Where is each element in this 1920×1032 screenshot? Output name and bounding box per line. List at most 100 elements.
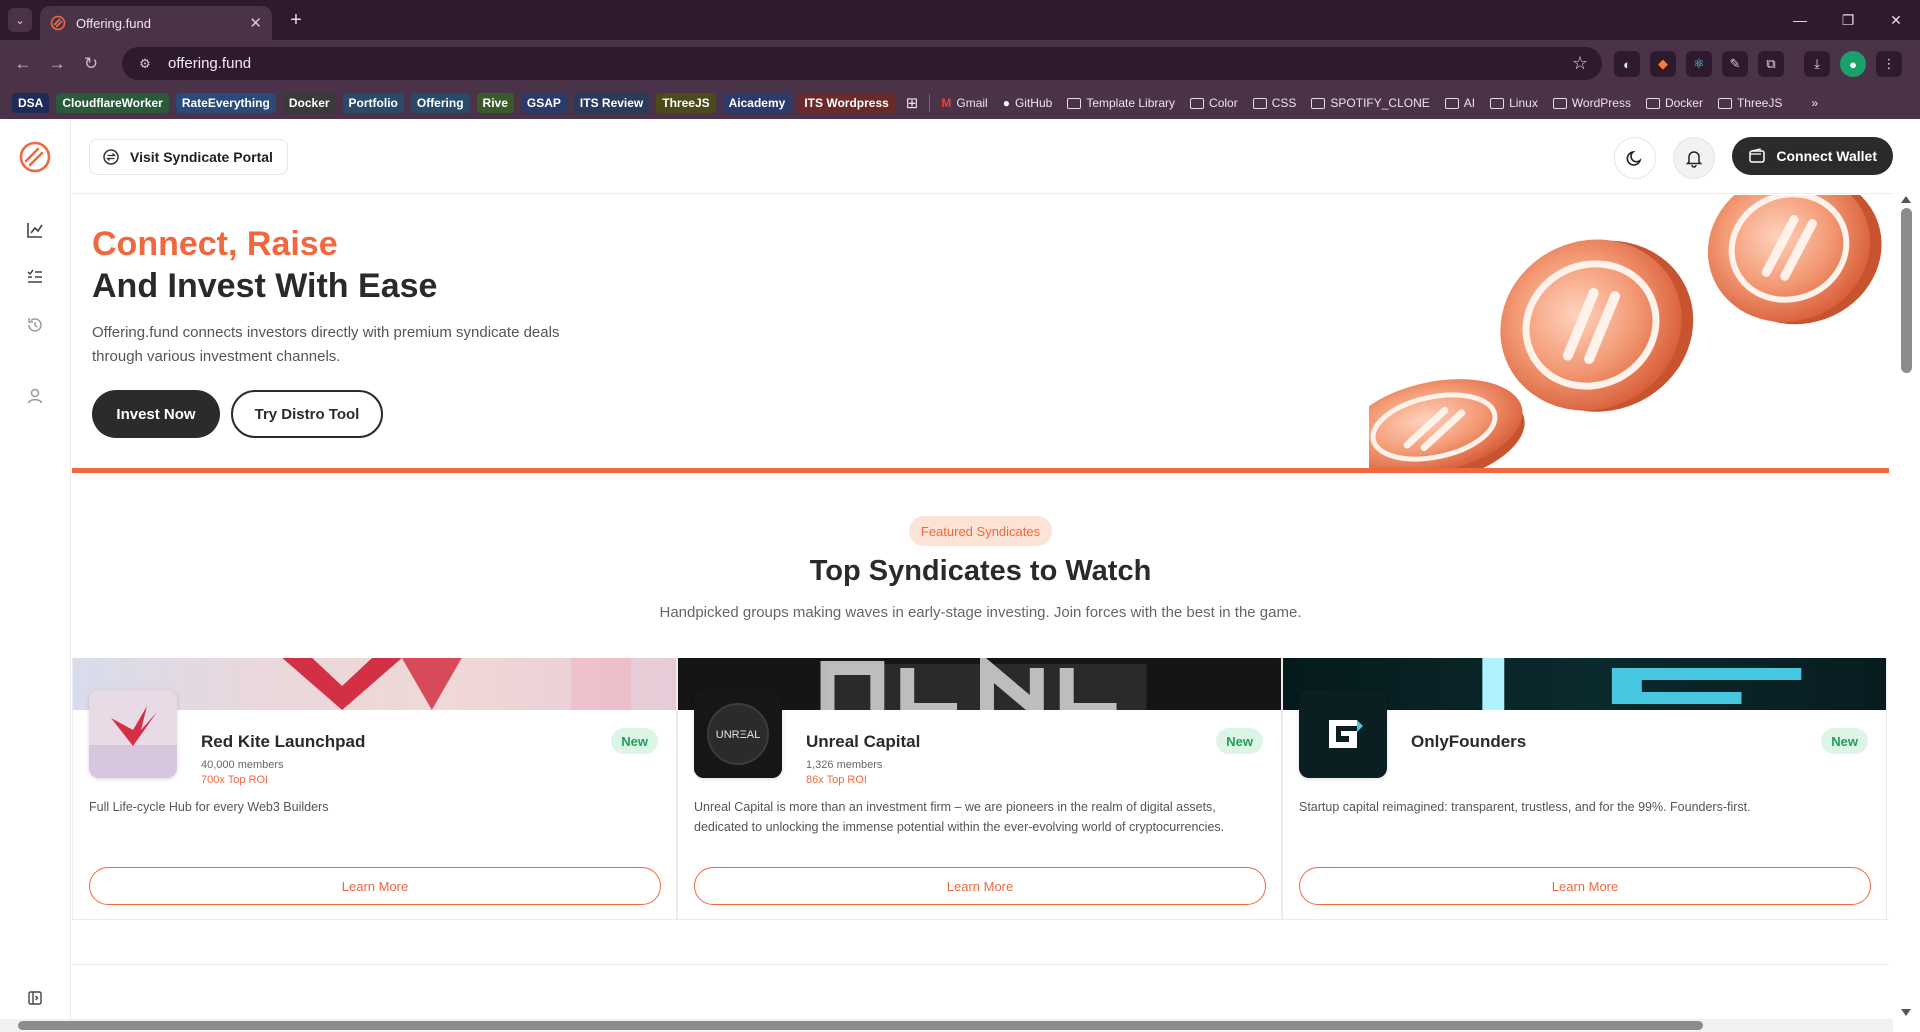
browser-menu-icon[interactable]: ⋮	[1876, 51, 1902, 77]
back-icon[interactable]: ←	[10, 51, 36, 77]
try-distro-tool-button[interactable]: Try Distro Tool	[231, 390, 383, 438]
bookmark-folder[interactable]: Linux	[1486, 96, 1542, 110]
learn-more-button[interactable]: Learn More	[89, 867, 661, 905]
forward-icon[interactable]: →	[44, 51, 70, 77]
scroll-down-icon[interactable]	[1901, 1009, 1911, 1016]
window-controls: — ❐ ✕	[1776, 0, 1920, 40]
address-bar[interactable]: ⚙ offering.fund ☆	[122, 47, 1602, 80]
offering-logo-icon[interactable]	[17, 139, 53, 175]
bookmark-folder[interactable]: WordPress	[1549, 96, 1635, 110]
syndicate-cards: Red Kite Launchpad 40,000 members 700x T…	[72, 658, 1889, 920]
unreal-avatar-text: UNRΞAL	[716, 729, 760, 741]
card-name: OnlyFounders	[1411, 732, 1527, 751]
user-icon[interactable]	[24, 385, 46, 407]
list-check-icon[interactable]	[24, 266, 46, 288]
gmail-icon: M	[941, 96, 952, 110]
site-info-icon[interactable]: ⚙	[136, 55, 154, 73]
bookmarks-separator	[929, 94, 931, 112]
folder-icon	[1444, 97, 1459, 109]
bookmark-folder[interactable]: ThreeJS	[1714, 96, 1786, 110]
visit-portal-label: Visit Syndicate Portal	[130, 149, 273, 165]
bookmark-chip[interactable]: ThreeJS	[656, 93, 716, 113]
onlyfounders-avatar	[1299, 690, 1387, 778]
react-devtools-icon[interactable]: ⚛	[1686, 51, 1712, 77]
new-badge: New	[611, 728, 658, 754]
connect-wallet-button[interactable]: Connect Wallet	[1732, 137, 1893, 175]
apps-grid-icon[interactable]: ⊞	[902, 94, 923, 112]
bookmark-folder[interactable]: Color	[1186, 96, 1242, 110]
hero-section: Connect, Raise And Invest With Ease Offe…	[72, 195, 1889, 469]
bookmark-folder-label: CSS	[1271, 96, 1297, 110]
collapse-sidebar-icon[interactable]	[24, 987, 46, 1009]
bookmarks-overflow-icon[interactable]: »	[1807, 96, 1822, 110]
bookmark-chip[interactable]: RateEverything	[175, 93, 276, 113]
bookmark-folder[interactable]: CSS	[1249, 96, 1301, 110]
bookmark-chip[interactable]: ITS Wordpress	[798, 93, 895, 113]
chart-icon[interactable]	[24, 219, 46, 241]
bookmark-chip[interactable]: Offering	[410, 93, 470, 113]
bookmark-chip[interactable]: Aicademy	[722, 93, 792, 113]
section-subtitle: Handpicked groups making waves in early-…	[659, 604, 1302, 621]
bookmark-chip[interactable]: Portfolio	[342, 93, 404, 113]
bookmark-link[interactable]: ● GitHub	[999, 96, 1057, 110]
syndicate-card-onlyfounders[interactable]: OnlyFounders New Startup capital reimagi…	[1282, 658, 1887, 920]
bookmark-star-icon[interactable]: ☆	[1572, 53, 1588, 74]
bookmark-chip[interactable]: CloudflareWorker	[56, 93, 169, 113]
bookmark-chip[interactable]: Rive	[476, 93, 514, 113]
bookmarks-bar: DSA CloudflareWorker RateEverything Docker P…	[0, 87, 1920, 119]
wallet-icon	[1749, 148, 1766, 163]
bookmark-folder-label: SPOTIFY_CLONE	[1330, 96, 1430, 110]
browser-tab[interactable]: Offering.fund ✕	[40, 6, 272, 40]
scroll-up-icon[interactable]	[1901, 196, 1911, 203]
history-icon[interactable]	[24, 314, 46, 336]
minimize-icon[interactable]: —	[1776, 0, 1824, 40]
syndicate-card-red-kite[interactable]: Red Kite Launchpad 40,000 members 700x T…	[72, 658, 677, 920]
bookmark-folder-label: WordPress	[1571, 96, 1631, 110]
restore-icon[interactable]: ❐	[1824, 0, 1872, 40]
vertical-scroll-thumb[interactable]	[1901, 208, 1912, 373]
bookmark-link[interactable]: Template Library	[1063, 96, 1179, 110]
bookmark-folder[interactable]: Docker	[1642, 96, 1707, 110]
url-text[interactable]: offering.fund	[168, 55, 1572, 72]
learn-more-button[interactable]: Learn More	[1299, 867, 1871, 905]
bookmark-chip[interactable]: ITS Review	[573, 93, 650, 113]
tab-search-icon[interactable]: ⌄	[8, 8, 32, 32]
bookmark-folder[interactable]: SPOTIFY_CLONE	[1307, 96, 1433, 110]
extension-1-icon[interactable]: ◐	[1614, 51, 1640, 77]
hero-headline-accent: Connect, Raise	[92, 225, 338, 263]
tab-close-icon[interactable]: ✕	[249, 14, 262, 32]
extension-2-icon[interactable]: ◆	[1650, 51, 1676, 77]
page: Visit Syndicate Portal Connect Wallet Co…	[0, 121, 1920, 1032]
invest-now-button[interactable]: Invest Now	[92, 390, 220, 438]
visit-portal-button[interactable]: Visit Syndicate Portal	[89, 139, 288, 175]
theme-toggle-button[interactable]	[1614, 137, 1656, 179]
new-tab-icon[interactable]: +	[284, 8, 308, 32]
bookmark-chip[interactable]: DSA	[12, 93, 50, 113]
vertical-scrollbar[interactable]	[1893, 194, 1920, 1020]
learn-more-button[interactable]: Learn More	[694, 867, 1266, 905]
profile-avatar[interactable]: ●	[1840, 51, 1866, 77]
horizontal-scrollbar[interactable]	[0, 1019, 1893, 1032]
downloads-icon[interactable]: ⤓	[1804, 51, 1830, 77]
hero-headline: And Invest With Ease	[92, 267, 438, 305]
notifications-button[interactable]	[1673, 137, 1715, 179]
horizontal-scroll-thumb[interactable]	[18, 1021, 1703, 1030]
close-window-icon[interactable]: ✕	[1872, 0, 1920, 40]
bookmark-label: GitHub	[1014, 96, 1053, 110]
syndicate-card-unreal-capital[interactable]: UNRΞAL Unreal Capital 1,326 members 86x …	[677, 658, 1282, 920]
extension-4-icon[interactable]: ✎	[1722, 51, 1748, 77]
folder-icon	[1311, 97, 1326, 109]
extensions-puzzle-icon[interactable]: ⧉	[1758, 51, 1784, 77]
bookmark-chip[interactable]: GSAP	[520, 93, 567, 113]
bookmark-link[interactable]: M Gmail	[937, 96, 991, 110]
connect-wallet-label: Connect Wallet	[1776, 148, 1877, 164]
tab-title: Offering.fund	[76, 15, 151, 31]
coins-illustration	[1369, 195, 1882, 469]
browser-toolbar: ← → ↻ ⚙ offering.fund ☆ ◐ ◆ ⚛ ✎ ⧉ ⤓ ● ⋮	[0, 40, 1920, 87]
new-badge: New	[1216, 728, 1263, 754]
bookmark-folder[interactable]: AI	[1441, 96, 1479, 110]
left-sidebar	[0, 121, 71, 1032]
github-icon: ●	[1002, 96, 1010, 110]
bookmark-chip[interactable]: Docker	[282, 93, 336, 113]
reload-icon[interactable]: ↻	[78, 51, 104, 77]
